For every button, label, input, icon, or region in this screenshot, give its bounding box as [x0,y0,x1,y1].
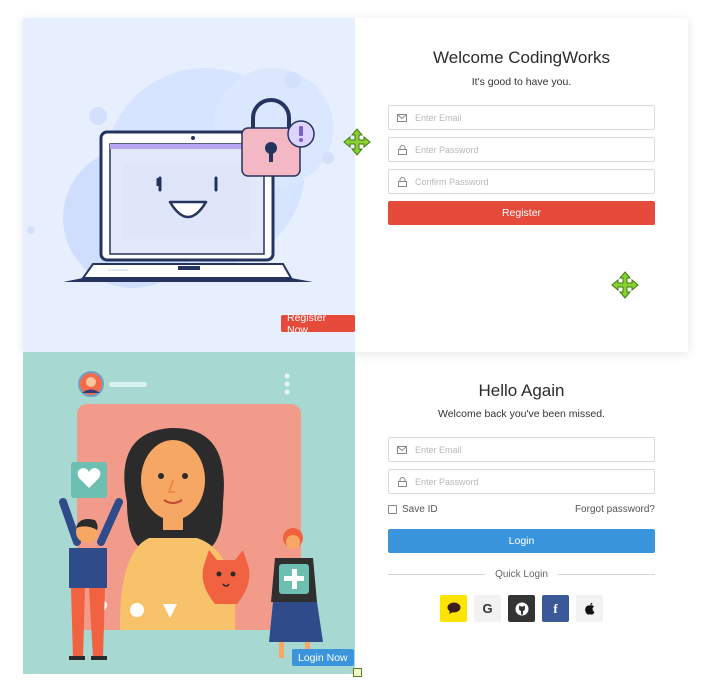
login-password-input[interactable] [415,476,645,487]
register-email-input[interactable] [415,112,645,123]
social-profile-illustration [59,371,323,660]
register-title: Welcome CodingWorks [433,48,610,67]
page: Register Now Welcome CodingWorks It's go… [0,0,717,698]
quick-login-divider: Quick Login [388,567,655,581]
kakao-login-button[interactable] [440,595,467,622]
register-card: Register Now Welcome CodingWorks It's go… [23,18,688,352]
login-password-field[interactable] [388,469,655,494]
lock-icon [389,476,415,487]
register-password-field[interactable] [388,137,655,162]
facebook-login-button[interactable]: f [542,595,569,622]
chat-bubble-icon [447,602,460,614]
laptop-lock-illustration [27,68,334,288]
lock-icon [389,144,415,155]
social-login-row: G f [355,595,688,622]
login-form: Hello Again Welcome back you've been mis… [355,352,688,674]
envelope-icon [389,445,415,454]
move-icon[interactable] [343,128,371,156]
envelope-icon [389,113,415,122]
register-email-field[interactable] [388,105,655,130]
google-icon: G [482,601,493,616]
forgot-password-link[interactable]: Forgot password? [575,504,655,515]
login-button[interactable]: Login [388,529,655,553]
divider-line [557,573,655,575]
register-confirm-input[interactable] [415,176,645,187]
register-illustration: Register Now [23,18,355,352]
login-email-field[interactable] [388,437,655,462]
divider-line [388,573,486,575]
login-now-button[interactable]: Login Now [292,649,354,666]
register-subtitle: It's good to have you. [471,76,572,88]
github-icon [515,602,528,615]
login-options-row: Save ID Forgot password? [388,502,655,516]
register-form: Welcome CodingWorks It's good to have yo… [355,18,688,352]
facebook-icon: f [553,600,558,616]
lock-icon [389,176,415,187]
login-illustration: Login Now [23,352,355,674]
quick-login-label: Quick Login [495,568,548,580]
google-login-button[interactable]: G [474,595,501,622]
move-icon[interactable] [611,271,639,299]
register-password-input[interactable] [415,144,645,155]
checkbox-icon[interactable] [388,504,397,514]
apple-login-button[interactable] [576,595,603,622]
save-id-checkbox[interactable]: Save ID [388,504,438,515]
apple-icon [584,602,594,615]
login-title: Hello Again [478,381,565,400]
login-email-input[interactable] [415,444,645,455]
register-now-button[interactable]: Register Now [281,312,355,336]
register-button[interactable]: Register [388,201,655,225]
save-id-label: Save ID [402,503,438,515]
login-subtitle: Welcome back you've been missed. [438,408,605,420]
resize-handle[interactable] [353,668,362,677]
github-login-button[interactable] [508,595,535,622]
register-confirm-field[interactable] [388,169,655,194]
